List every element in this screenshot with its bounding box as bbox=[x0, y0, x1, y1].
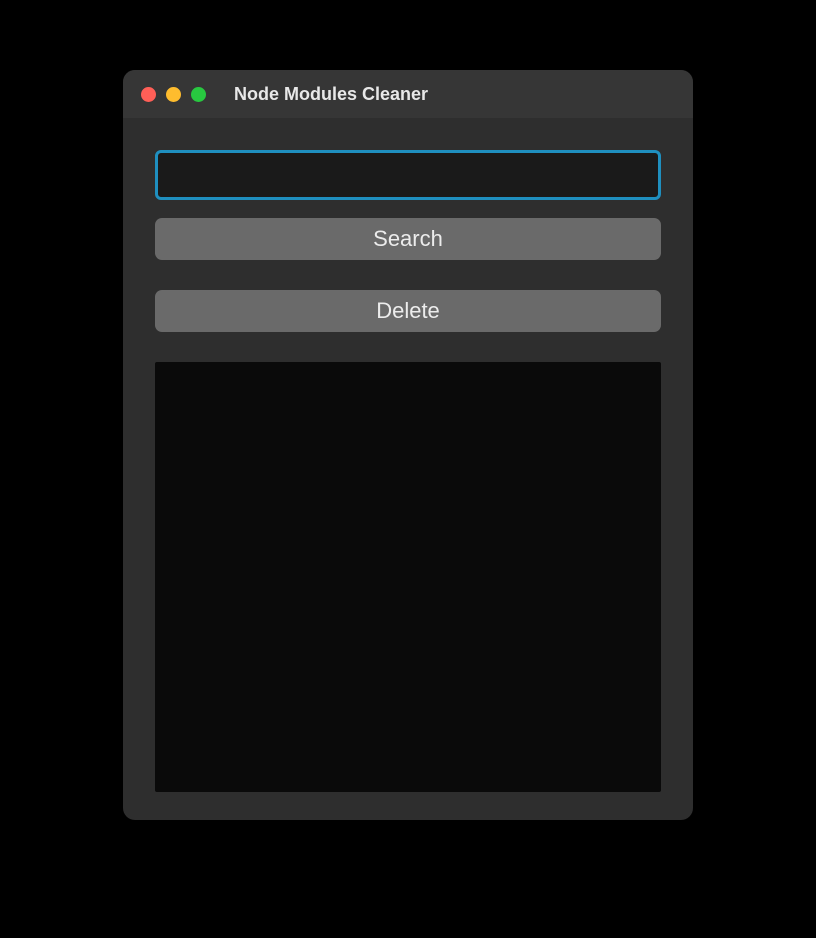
titlebar: Node Modules Cleaner bbox=[123, 70, 693, 118]
output-panel bbox=[155, 362, 661, 792]
search-button[interactable]: Search bbox=[155, 218, 661, 260]
window-title: Node Modules Cleaner bbox=[234, 84, 428, 105]
close-icon[interactable] bbox=[141, 87, 156, 102]
minimize-icon[interactable] bbox=[166, 87, 181, 102]
app-window: Node Modules Cleaner Search Delete bbox=[123, 70, 693, 820]
delete-button[interactable]: Delete bbox=[155, 290, 661, 332]
window-body: Search Delete bbox=[123, 118, 693, 820]
traffic-lights bbox=[141, 87, 206, 102]
path-input[interactable] bbox=[155, 150, 661, 200]
maximize-icon[interactable] bbox=[191, 87, 206, 102]
